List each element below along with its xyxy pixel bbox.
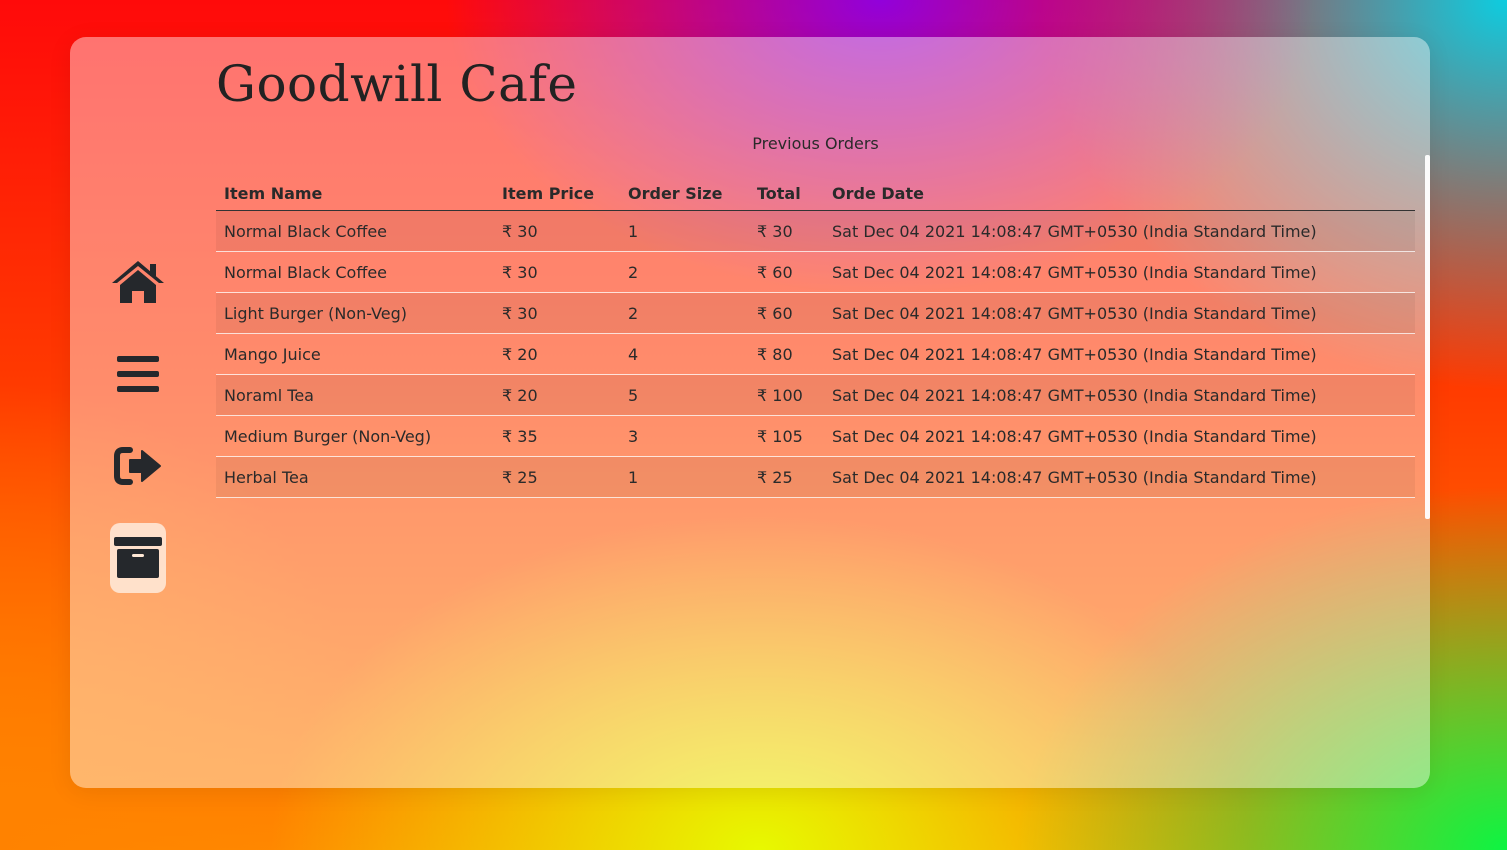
cell-item-name: Light Burger (Non-Veg) <box>216 292 494 334</box>
cell-order-date: Sat Dec 04 2021 14:08:47 GMT+0530 (India… <box>824 415 1415 457</box>
cell-total: ₹ 25 <box>749 456 824 498</box>
table-row: Normal Black Coffee ₹ 30 1 ₹ 30 Sat Dec … <box>216 210 1415 252</box>
cell-order-date: Sat Dec 04 2021 14:08:47 GMT+0530 (India… <box>824 333 1415 375</box>
cell-item-price: ₹ 20 <box>494 333 620 375</box>
cell-order-size: 2 <box>620 251 749 293</box>
cell-total: ₹ 30 <box>749 210 824 252</box>
page-title: Goodwill Cafe <box>216 55 578 113</box>
cell-order-size: 1 <box>620 456 749 498</box>
nav-home-button[interactable] <box>110 247 166 317</box>
table-row: Light Burger (Non-Veg) ₹ 30 2 ₹ 60 Sat D… <box>216 292 1415 334</box>
cell-total: ₹ 60 <box>749 292 824 334</box>
header-item-name: Item Name <box>216 176 494 211</box>
nav-orders-button[interactable] <box>110 523 166 593</box>
cell-order-size: 5 <box>620 374 749 416</box>
cell-item-name: Medium Burger (Non-Veg) <box>216 415 494 457</box>
orders-table: Item Name Item Price Order Size Total Or… <box>216 176 1415 498</box>
cell-order-size: 3 <box>620 415 749 457</box>
archive-box-icon <box>114 536 162 580</box>
cell-item-price: ₹ 35 <box>494 415 620 457</box>
sign-out-icon <box>114 447 162 485</box>
cell-item-price: ₹ 30 <box>494 292 620 334</box>
table-row: Noraml Tea ₹ 20 5 ₹ 100 Sat Dec 04 2021 … <box>216 374 1415 416</box>
cell-item-price: ₹ 25 <box>494 456 620 498</box>
cell-order-size: 2 <box>620 292 749 334</box>
cell-order-date: Sat Dec 04 2021 14:08:47 GMT+0530 (India… <box>824 456 1415 498</box>
cell-item-name: Normal Black Coffee <box>216 210 494 252</box>
cell-total: ₹ 100 <box>749 374 824 416</box>
cell-item-price: ₹ 30 <box>494 210 620 252</box>
table-row: Normal Black Coffee ₹ 30 2 ₹ 60 Sat Dec … <box>216 251 1415 293</box>
cell-item-name: Herbal Tea <box>216 456 494 498</box>
nav-logout-button[interactable] <box>110 431 166 501</box>
sidebar <box>110 247 166 615</box>
cell-total: ₹ 80 <box>749 333 824 375</box>
header-item-price: Item Price <box>494 176 620 211</box>
header-order-date: Orde Date <box>824 176 1415 211</box>
cell-order-date: Sat Dec 04 2021 14:08:47 GMT+0530 (India… <box>824 374 1415 416</box>
orders-section: Previous Orders Item Name Item Price Ord… <box>216 132 1415 498</box>
table-row: Medium Burger (Non-Veg) ₹ 35 3 ₹ 105 Sat… <box>216 415 1415 457</box>
cell-order-date: Sat Dec 04 2021 14:08:47 GMT+0530 (India… <box>824 210 1415 252</box>
cell-item-price: ₹ 30 <box>494 251 620 293</box>
cell-order-size: 4 <box>620 333 749 375</box>
home-icon <box>110 258 166 306</box>
hamburger-menu-icon <box>116 354 160 394</box>
table-row: Mango Juice ₹ 20 4 ₹ 80 Sat Dec 04 2021 … <box>216 333 1415 375</box>
scrollbar[interactable] <box>1425 155 1430 519</box>
cell-item-price: ₹ 20 <box>494 374 620 416</box>
header-order-size: Order Size <box>620 176 749 211</box>
cell-item-name: Noraml Tea <box>216 374 494 416</box>
cell-order-size: 1 <box>620 210 749 252</box>
orders-caption: Previous Orders <box>752 134 879 153</box>
cell-order-date: Sat Dec 04 2021 14:08:47 GMT+0530 (India… <box>824 251 1415 293</box>
cell-item-name: Normal Black Coffee <box>216 251 494 293</box>
table-row: Herbal Tea ₹ 25 1 ₹ 25 Sat Dec 04 2021 1… <box>216 456 1415 498</box>
cell-order-date: Sat Dec 04 2021 14:08:47 GMT+0530 (India… <box>824 292 1415 334</box>
cell-total: ₹ 60 <box>749 251 824 293</box>
nav-menu-button[interactable] <box>110 339 166 409</box>
cell-total: ₹ 105 <box>749 415 824 457</box>
header-total: Total <box>749 176 824 211</box>
cell-item-name: Mango Juice <box>216 333 494 375</box>
table-header-row: Item Name Item Price Order Size Total Or… <box>216 176 1415 211</box>
main-card: Goodwill Cafe Previous Orders Item Name … <box>70 37 1430 788</box>
